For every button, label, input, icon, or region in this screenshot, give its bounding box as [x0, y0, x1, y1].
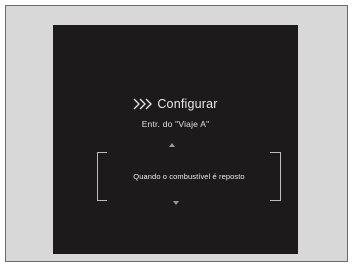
- caret-up-icon[interactable]: [167, 142, 177, 148]
- option-selector[interactable]: Quando o combustível é reposto: [97, 152, 281, 201]
- selected-option-label: Quando o combustível é reposto: [133, 172, 245, 181]
- menu-subtitle: Entr. do "Viaje A": [141, 119, 210, 129]
- display-screen: Configurar Entr. do "Viaje A" Quando o c…: [53, 25, 298, 254]
- menu-header: Configurar: [53, 97, 298, 111]
- caret-down-icon[interactable]: [171, 200, 181, 206]
- menu-title: Configurar: [157, 97, 218, 111]
- triple-chevron-right-icon: [133, 98, 153, 110]
- illustration-frame: Configurar Entr. do "Viaje A" Quando o c…: [5, 5, 348, 262]
